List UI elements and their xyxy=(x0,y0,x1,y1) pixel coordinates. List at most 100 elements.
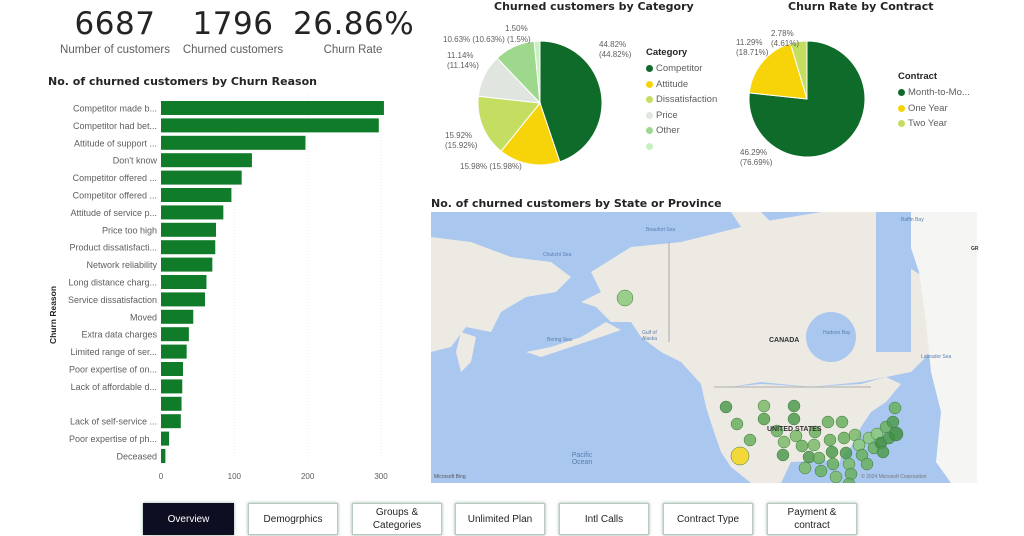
legend-item-month-to-month[interactable]: Month-to-Mo... xyxy=(898,85,970,101)
state-bubble[interactable] xyxy=(743,433,757,447)
bar[interactable] xyxy=(161,396,182,411)
state-bubble[interactable] xyxy=(807,438,821,452)
state-bubble[interactable] xyxy=(616,289,634,307)
nav-unlimited-plan-button[interactable]: Unlimited Plan xyxy=(455,503,545,535)
bar-category-label: Service dissatisfaction xyxy=(68,295,157,305)
state-bubble[interactable] xyxy=(826,457,840,471)
state-bubble[interactable] xyxy=(777,435,791,449)
x-tick-label: 300 xyxy=(374,472,388,481)
state-bubble[interactable] xyxy=(730,446,750,466)
map-title: No. of churned customers by State or Pro… xyxy=(431,197,722,210)
bar[interactable] xyxy=(161,118,379,133)
bar[interactable] xyxy=(161,257,213,272)
bar-category-label: Network reliability xyxy=(86,260,157,270)
state-bubble[interactable] xyxy=(825,445,839,459)
nav-overview-button[interactable]: Overview xyxy=(143,503,234,535)
kpi-label: Churn Rate xyxy=(323,44,383,56)
bar[interactable] xyxy=(161,188,232,202)
legend-item-attitude[interactable]: Attitude xyxy=(646,77,717,93)
bar-category-label: Competitor made b... xyxy=(73,104,157,114)
state-bubble[interactable] xyxy=(795,439,809,453)
state-bubble[interactable] xyxy=(821,415,835,429)
legend-dot-icon xyxy=(646,111,653,119)
state-bubble[interactable] xyxy=(837,431,851,445)
bar[interactable] xyxy=(161,449,166,463)
legend-dot-icon xyxy=(646,142,653,150)
bar[interactable] xyxy=(161,222,216,237)
bar[interactable] xyxy=(161,362,183,376)
nav-contract-type-button[interactable]: Contract Type xyxy=(663,503,753,535)
bar[interactable] xyxy=(161,344,187,359)
nav-demographics-button[interactable]: Demogrphics xyxy=(248,503,338,535)
bar[interactable] xyxy=(161,240,216,255)
state-bubble[interactable] xyxy=(812,451,826,465)
state-bubble[interactable] xyxy=(787,412,801,426)
x-tick-label: 0 xyxy=(159,472,164,481)
state-bubble[interactable] xyxy=(719,400,733,414)
bar[interactable] xyxy=(161,379,183,394)
pie-label: 11.29% (18.71%) xyxy=(736,38,769,57)
churn-reason-bar-chart: Competitor made b... Competitor had bet..… xyxy=(48,95,388,481)
state-bubble[interactable] xyxy=(860,457,874,471)
kpi-churn-rate: 26.86% Churn Rate xyxy=(293,6,414,56)
nav-groups-categories-button[interactable]: Groups & Categories xyxy=(352,503,442,535)
bar[interactable] xyxy=(161,205,224,220)
state-bubble[interactable] xyxy=(888,426,904,442)
state-bubble[interactable] xyxy=(757,399,771,413)
bar-category-label: Limited range of ser... xyxy=(70,347,157,357)
state-bubble[interactable] xyxy=(829,470,843,483)
legend-item-one-year[interactable]: One Year xyxy=(898,101,970,117)
state-bubble[interactable] xyxy=(776,448,790,462)
kpi-number-of-customers: 6687 Number of customers xyxy=(55,6,175,56)
legend-title: Contract xyxy=(898,71,938,82)
state-map[interactable]: Beaufort Sea Chukchi Sea Bering Sea Gulf… xyxy=(431,212,977,483)
bar[interactable] xyxy=(161,414,181,429)
bar-category-label: Price too high xyxy=(102,225,157,235)
legend-item-blank[interactable] xyxy=(646,139,717,155)
y-axis-label: Churn Reason xyxy=(48,286,58,344)
pie-label: 1.50% xyxy=(505,24,528,33)
bar-category-label: Product dissatisfacti... xyxy=(69,243,157,253)
legend-item-two-year[interactable]: Two Year xyxy=(898,116,970,132)
state-bubble[interactable] xyxy=(839,446,853,460)
pie-label: 44.82% (44.82%) xyxy=(599,40,632,59)
state-bubble[interactable] xyxy=(823,433,837,447)
bar[interactable] xyxy=(161,309,194,324)
state-bubble[interactable] xyxy=(876,445,890,459)
bar-category-label: Poor expertise of ph... xyxy=(69,434,157,444)
state-bubble[interactable] xyxy=(787,399,801,413)
legend-item-price[interactable]: Price xyxy=(646,108,717,124)
bar[interactable] xyxy=(161,431,170,446)
legend-dot-icon xyxy=(646,96,653,104)
bar[interactable] xyxy=(161,101,384,115)
state-bubble[interactable] xyxy=(888,401,902,415)
nav-intl-calls-button[interactable]: Intl Calls xyxy=(559,503,649,535)
bar-chart-title: No. of churned customers by Churn Reason xyxy=(48,75,317,88)
state-bubble[interactable] xyxy=(798,461,812,475)
kpi-value: 1796 xyxy=(192,6,274,42)
bar[interactable] xyxy=(161,170,242,185)
pie-label: 10.63% (10.63%) (1.5%) xyxy=(443,35,531,44)
bar[interactable] xyxy=(161,327,189,342)
legend-title: Category xyxy=(646,47,688,58)
legend-item-competitor[interactable]: Competitor xyxy=(646,61,717,77)
bar[interactable] xyxy=(161,153,252,168)
legend-item-dissatisfaction[interactable]: Dissatisfaction xyxy=(646,92,717,108)
legend-item-other[interactable]: Other xyxy=(646,123,717,139)
nav-payment-contract-button[interactable]: Payment & contract xyxy=(767,503,857,535)
pie-label: 2.78% (4.61%) xyxy=(771,29,800,48)
state-bubble[interactable] xyxy=(757,412,771,426)
bar[interactable] xyxy=(161,135,306,150)
state-bubble[interactable] xyxy=(814,464,828,478)
contract-pie-title: Churn Rate by Contract xyxy=(788,0,934,13)
state-bubble[interactable] xyxy=(835,415,849,429)
legend-dot-icon xyxy=(646,65,653,73)
state-bubble[interactable] xyxy=(730,417,744,431)
kpi-label: Churned customers xyxy=(182,44,284,56)
map-label-greenland: GR xyxy=(971,246,979,252)
bar[interactable] xyxy=(161,292,205,307)
bar-category-label: Attitude of support ... xyxy=(74,138,157,148)
pie-label: 15.92% (15.92%) xyxy=(445,131,478,150)
state-bubble[interactable] xyxy=(886,415,900,429)
bar[interactable] xyxy=(161,275,207,289)
